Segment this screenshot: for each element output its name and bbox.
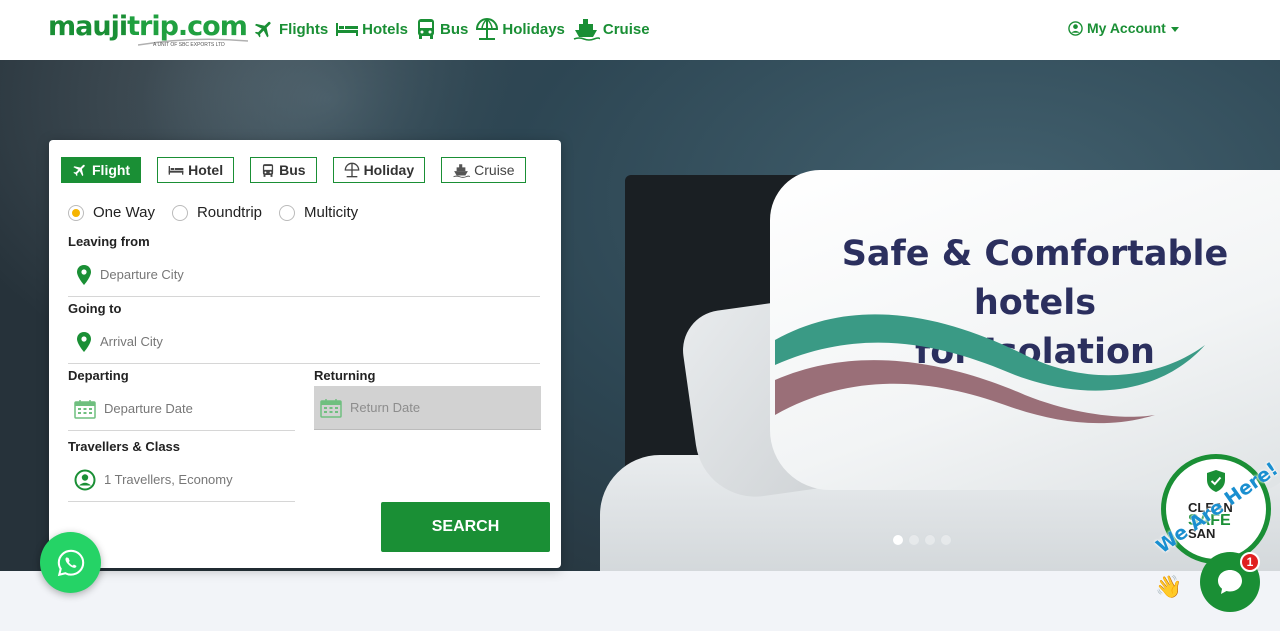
radio-one-way-label: One Way: [93, 204, 155, 221]
main-nav: Flights Hotels Bus Holidays Cruise: [252, 17, 657, 41]
departure-date-placeholder: Departure Date: [104, 401, 193, 416]
departure-date-field[interactable]: Departure Date: [68, 387, 295, 431]
tab-flight[interactable]: Flight: [61, 157, 142, 183]
calendar-icon: [74, 399, 96, 419]
whatsapp-icon: [57, 549, 84, 576]
return-date-field[interactable]: Return Date: [314, 386, 541, 430]
nav-hotels-label: Hotels: [362, 20, 409, 38]
brand-tagline: A UNIT OF SBC EXPORTS LTD: [153, 42, 225, 48]
departure-city-placeholder: Departure City: [100, 267, 184, 282]
travellers-class-value: 1 Travellers, Economy: [104, 472, 233, 487]
carousel-dot-4[interactable]: [940, 534, 952, 546]
radio-one-way-control[interactable]: [68, 204, 84, 221]
radio-multicity[interactable]: Multicity: [279, 204, 358, 221]
radio-multicity-label: Multicity: [304, 204, 359, 221]
arrival-city-placeholder: Arrival City: [100, 334, 163, 349]
radio-roundtrip-control[interactable]: [171, 204, 188, 221]
return-date-placeholder: Return Date: [350, 400, 421, 415]
bus-icon: [263, 163, 274, 177]
nav-flights[interactable]: Flights: [252, 18, 328, 40]
tab-holiday[interactable]: Holiday: [332, 157, 426, 183]
nav-bus[interactable]: Bus: [415, 18, 468, 40]
umbrella-icon: [476, 18, 499, 40]
my-account-label: My Account: [1087, 20, 1166, 36]
plane-icon: [73, 164, 85, 177]
bed-icon: [168, 166, 184, 175]
carousel-dot-3[interactable]: [924, 534, 936, 546]
hero-waves-graphic: [775, 314, 1205, 424]
tab-holiday-label: Holiday: [363, 162, 415, 178]
nav-bus-label: Bus: [440, 20, 469, 38]
tab-hotel[interactable]: Hotel: [157, 157, 235, 183]
user-circle-icon: [74, 469, 96, 490]
brand-logo[interactable]: maujitrip.com A UNIT OF SBC EXPORTS LTD: [48, 12, 248, 52]
ship-icon: [453, 163, 471, 178]
user-circle-icon: [1068, 20, 1083, 36]
chevron-down-icon: [1170, 26, 1179, 32]
whatsapp-button[interactable]: [40, 532, 101, 593]
location-pin-icon: [77, 264, 91, 285]
calendar-icon: [320, 398, 342, 418]
travellers-class-field[interactable]: 1 Travellers, Economy: [68, 458, 295, 502]
ship-icon: [573, 19, 600, 41]
chat-unread-badge: 1: [1240, 552, 1260, 572]
going-to-label: Going to: [68, 301, 122, 316]
nav-hotels[interactable]: Hotels: [335, 21, 408, 38]
arrival-city-field[interactable]: Arrival City: [68, 320, 540, 364]
tab-cruise-label: Cruise: [474, 162, 515, 178]
search-panel: Flight Hotel Bus Holiday Cruise One Way …: [49, 140, 561, 568]
nav-cruise[interactable]: Cruise: [572, 17, 650, 41]
radio-roundtrip[interactable]: Roundtrip: [171, 204, 263, 221]
chat-bubble-icon: [1218, 570, 1242, 594]
tab-hotel-label: Hotel: [188, 162, 224, 178]
radio-multicity-control[interactable]: [279, 204, 296, 221]
bus-icon: [418, 19, 435, 39]
nav-holidays-label: Holidays: [502, 20, 565, 38]
carousel-indicators: [892, 534, 956, 546]
leaving-from-label: Leaving from: [68, 234, 150, 249]
search-button[interactable]: SEARCH: [381, 502, 550, 552]
location-pin-icon: [77, 331, 91, 352]
trip-type-group: One Way Roundtrip Multicity: [68, 204, 375, 221]
site-header: maujitrip.com A UNIT OF SBC EXPORTS LTD …: [0, 0, 1280, 60]
plane-icon: [254, 21, 271, 38]
nav-holidays[interactable]: Holidays: [475, 17, 565, 41]
returning-label: Returning: [314, 368, 376, 383]
travellers-class-label: Travellers & Class: [68, 439, 181, 454]
tab-cruise[interactable]: Cruise: [441, 157, 526, 183]
departing-label: Departing: [68, 368, 129, 383]
tab-bus[interactable]: Bus: [250, 157, 317, 183]
nav-cruise-label: Cruise: [602, 20, 650, 38]
nav-flights-label: Flights: [279, 20, 329, 38]
tab-flight-label: Flight: [92, 162, 131, 178]
carousel-dot-1[interactable]: [892, 534, 904, 546]
departure-city-field[interactable]: Departure City: [68, 253, 540, 297]
carousel-dot-2[interactable]: [908, 534, 920, 546]
waving-hand-icon: 👋: [1155, 574, 1183, 599]
bed-icon: [336, 23, 359, 36]
tab-bus-label: Bus: [279, 162, 306, 178]
my-account-menu[interactable]: My Account: [1068, 20, 1179, 36]
radio-one-way[interactable]: One Way: [68, 204, 155, 221]
radio-roundtrip-label: Roundtrip: [196, 204, 263, 221]
search-tabs: Flight Hotel Bus Holiday Cruise: [61, 157, 542, 183]
umbrella-icon: [344, 162, 359, 178]
